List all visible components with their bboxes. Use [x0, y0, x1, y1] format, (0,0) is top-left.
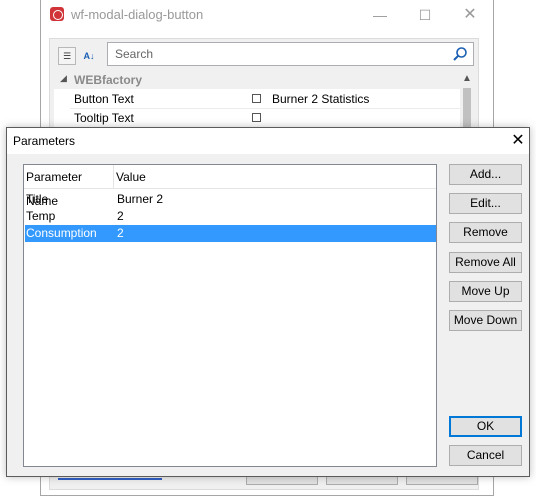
category-row[interactable]: ◢ WEBfactory: [54, 71, 474, 89]
search-box[interactable]: Search: [107, 42, 474, 66]
move-down-button[interactable]: Move Down: [449, 310, 522, 331]
cancel-button[interactable]: Cancel: [449, 445, 522, 466]
collapse-arrow-icon[interactable]: ◢: [60, 73, 67, 84]
property-grid: ◢ WEBfactory Button Text Burner 2 Statis…: [54, 71, 474, 131]
parameter-value-cell: Burner 2: [117, 192, 164, 206]
property-toolbar: ☰ A↓: [58, 45, 102, 67]
category-label: WEBfactory: [74, 73, 143, 87]
dialog-title: Parameters: [13, 134, 76, 148]
remove-button[interactable]: Remove: [449, 222, 522, 243]
property-row[interactable]: Button Text Burner 2 Statistics: [70, 90, 466, 109]
edit-value-icon[interactable]: [252, 94, 261, 103]
edit-button[interactable]: Edit...: [449, 193, 522, 214]
list-row[interactable]: Title Burner 2: [25, 191, 436, 208]
background-window-title: wf-modal-dialog-button: [71, 7, 204, 22]
parameters-list[interactable]: Parameter Name Value Title Burner 2 Temp…: [23, 164, 437, 467]
scrollbar-thumb[interactable]: [463, 88, 471, 128]
background-link-underline: [58, 478, 162, 480]
list-row-selected[interactable]: Consumption 2: [25, 225, 436, 242]
background-button-edge: [246, 477, 318, 485]
close-icon[interactable]: ✕: [459, 4, 481, 26]
property-row[interactable]: Tooltip Text: [70, 109, 466, 128]
parameters-dialog: Parameters ✕ Parameter Name Value Title …: [6, 127, 530, 477]
remove-all-button[interactable]: Remove All: [449, 252, 522, 273]
dialog-title-bar: Parameters ✕: [7, 128, 529, 154]
search-input[interactable]: Search: [115, 47, 153, 61]
background-title-bar: wf-modal-dialog-button — ☐ ✕: [41, 0, 493, 30]
search-icon[interactable]: [452, 46, 468, 62]
column-header-parameter-name[interactable]: Parameter Name: [24, 165, 114, 208]
alphabetical-sort-icon[interactable]: A↓: [80, 47, 98, 65]
parameter-value-cell: 2: [117, 209, 124, 223]
add-button[interactable]: Add...: [449, 164, 522, 185]
property-name: Tooltip Text: [74, 111, 134, 125]
list-header: Parameter Name Value: [24, 165, 436, 208]
parameter-name-cell: Temp: [26, 209, 56, 223]
parameter-value-cell: 2: [117, 226, 124, 240]
app-icon: [50, 7, 64, 21]
background-button-edge: [326, 477, 398, 485]
column-header-value[interactable]: Value: [114, 165, 436, 189]
edit-value-icon[interactable]: [252, 113, 261, 122]
move-up-button[interactable]: Move Up: [449, 281, 522, 302]
background-button-edge: [406, 477, 478, 485]
scroll-up-arrow-icon[interactable]: ▲: [460, 73, 474, 84]
categorized-view-icon[interactable]: ☰: [58, 47, 76, 65]
maximize-icon[interactable]: ☐: [414, 4, 436, 26]
property-value[interactable]: Burner 2 Statistics: [272, 92, 369, 106]
minimize-icon[interactable]: —: [369, 4, 391, 26]
close-icon[interactable]: ✕: [507, 130, 529, 152]
parameter-name-cell: Title: [26, 192, 49, 206]
parameter-name-cell: Consumption: [26, 226, 97, 240]
vertical-scrollbar[interactable]: ▲: [460, 71, 474, 131]
list-row[interactable]: Temp 2: [25, 208, 436, 225]
ok-button[interactable]: OK: [449, 416, 522, 437]
property-name: Button Text: [74, 92, 134, 106]
